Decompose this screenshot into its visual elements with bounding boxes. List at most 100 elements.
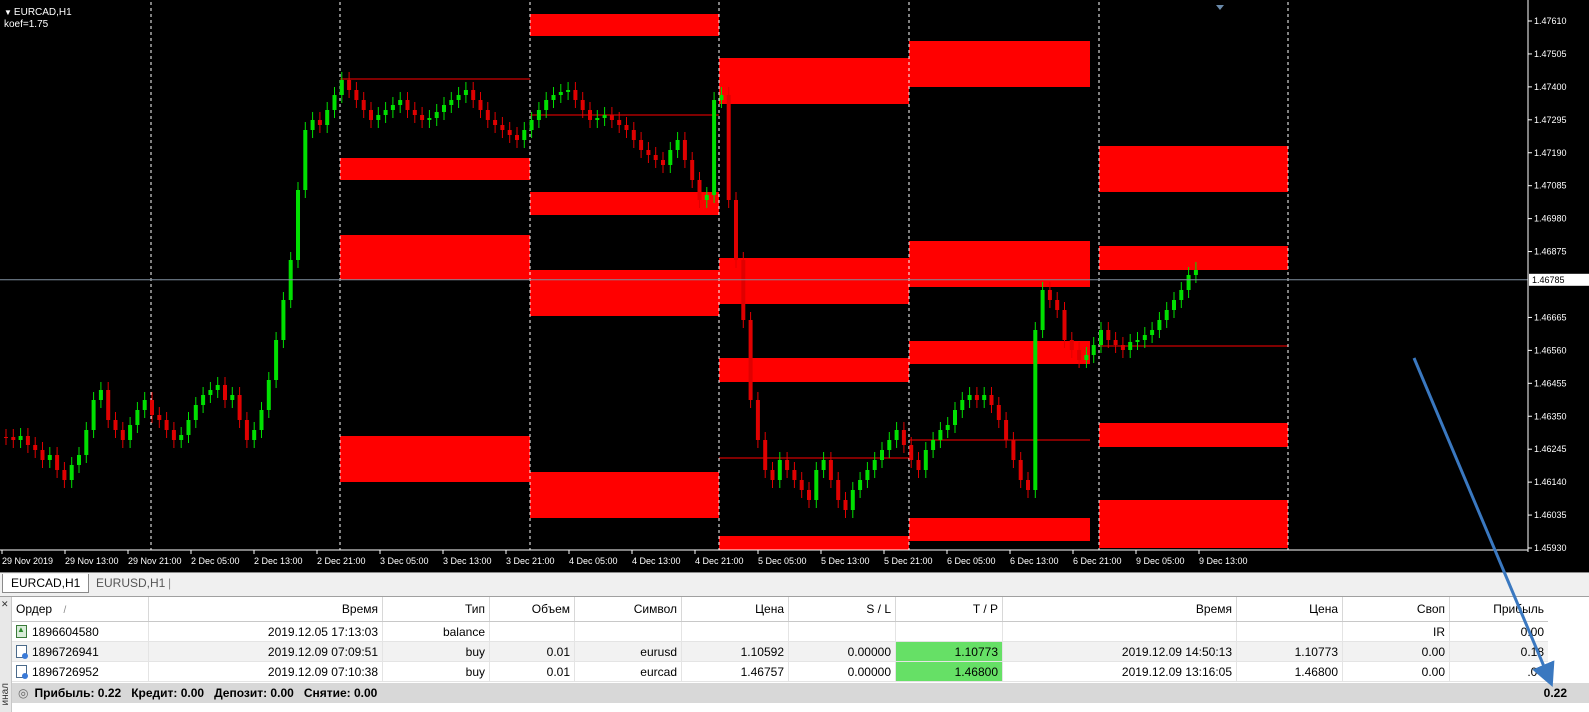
candle-body [1018, 460, 1023, 480]
tp-cell: 1.10773 [895, 641, 1003, 662]
candle-body [106, 390, 111, 420]
candle-body [98, 390, 103, 400]
col-close-time[interactable]: Время [1002, 597, 1237, 622]
candle-body [529, 120, 534, 130]
candle-body [1157, 320, 1162, 330]
col-sl[interactable]: S / L [788, 597, 896, 622]
time-tick-label: 29 Nov 13:00 [65, 556, 119, 566]
candle-body [522, 130, 527, 140]
candle-body [244, 420, 249, 440]
tab-separator: | [168, 576, 172, 590]
open-time-cell: 2019.12.05 17:13:03 [148, 621, 383, 642]
candle-body [449, 100, 454, 105]
tab-eurusd-h1[interactable]: EURUSD,H1 [88, 574, 173, 593]
candle-body [931, 440, 936, 450]
time-tick-label: 4 Dec 21:00 [695, 556, 744, 566]
order-cell: 1896604580 [12, 621, 149, 642]
balance-icon [16, 624, 27, 638]
candle-body [1179, 290, 1184, 300]
col-type[interactable]: Тип [382, 597, 490, 622]
candle-body [390, 105, 395, 110]
candle-body [690, 160, 695, 180]
time-tick-label: 5 Dec 13:00 [821, 556, 870, 566]
price-chart[interactable]: 1.47610 1.47505 1.47400 1.47295 1.47190 1.470… [0, 0, 1589, 572]
col-profit[interactable]: Прибыль [1449, 597, 1548, 622]
candle-body [850, 490, 855, 510]
candle-body [18, 436, 23, 440]
close-time-cell [1002, 621, 1237, 642]
candle-body [887, 440, 892, 450]
col-close-price[interactable]: Цена [1236, 597, 1343, 622]
col-tp[interactable]: T / P [895, 597, 1003, 622]
col-price[interactable]: Цена [681, 597, 789, 622]
sr-zone [909, 41, 1090, 87]
candle-body [894, 430, 899, 440]
candle-body [953, 410, 957, 425]
terminal-side-strip: ✕ инал [0, 597, 12, 712]
price-tick-label: 1.46140 [1534, 477, 1567, 487]
table-row[interactable]: 1896604580 2019.12.05 17:13:03 balance I… [12, 621, 1548, 642]
profit-cell: .04 [1449, 661, 1548, 682]
shift-marker-icon [1216, 5, 1224, 10]
candle-body [777, 460, 782, 480]
price-tick-label: 1.47610 [1534, 16, 1567, 26]
candlestick-chart[interactable]: 1.47610 1.47505 1.47400 1.47295 1.47190 1.470… [0, 0, 1589, 572]
col-open-time[interactable]: Время [148, 597, 383, 622]
col-swap[interactable]: Своп [1342, 597, 1450, 622]
candle-body [259, 410, 264, 430]
close-price-cell: 1.10773 [1236, 641, 1343, 662]
time-tick-label: 29 Nov 21:00 [128, 556, 182, 566]
time-tick-label: 6 Dec 13:00 [1010, 556, 1059, 566]
candle-body [1055, 300, 1060, 310]
price-cell: 1.46757 [681, 661, 789, 682]
candle-body [500, 125, 505, 130]
close-time-cell: 2019.12.09 14:50:13 [1002, 641, 1237, 662]
candle-body [91, 400, 96, 430]
candle-body [296, 190, 300, 260]
candle-body [281, 300, 286, 340]
candle-body [646, 150, 651, 155]
candle-body [4, 437, 8, 438]
candle-body [661, 160, 665, 165]
tab-eurcad-h1[interactable]: EURCAD,H1 [2, 574, 90, 593]
candle-body [573, 90, 578, 100]
price-tick-label: 1.46560 [1534, 345, 1567, 355]
close-time-cell: 2019.12.09 13:16:05 [1002, 661, 1237, 682]
candle-body [865, 470, 870, 480]
time-tick-label: 5 Dec 21:00 [884, 556, 933, 566]
table-row[interactable]: 1896726952 2019.12.09 07:10:38 buy 0.01 … [12, 661, 1548, 682]
price-tick-label: 1.46035 [1534, 510, 1567, 520]
candle-body [478, 100, 483, 110]
sr-zone [719, 358, 909, 382]
col-order[interactable]: Ордер / [12, 597, 149, 622]
chart-symbol-label: ▼ EURCAD,H1 koef=1.75 [4, 7, 72, 31]
col-symbol[interactable]: Символ [574, 597, 682, 622]
swap-cell: IR [1342, 621, 1450, 642]
candle-body [792, 470, 797, 480]
candle-body [471, 90, 476, 100]
candle-body [828, 460, 833, 480]
candle-body [785, 460, 790, 470]
candle-body [807, 490, 811, 500]
close-icon[interactable]: ✕ [1, 599, 9, 610]
candle-body [69, 465, 74, 480]
sr-zone [530, 270, 719, 316]
table-row[interactable]: 1896726941 2019.12.09 07:09:51 buy 0.01 … [12, 641, 1548, 662]
candle-body [33, 445, 38, 450]
candle-body [171, 430, 176, 440]
profit-cell: 0.18 [1449, 641, 1548, 662]
open-time-cell: 2019.12.09 07:09:51 [148, 641, 383, 662]
sr-zone [719, 58, 909, 104]
time-tick-label: 5 Dec 05:00 [758, 556, 807, 566]
time-tick-label: 29 Nov 2019 [2, 556, 53, 566]
candle-body [1040, 290, 1045, 330]
candle-body [858, 480, 863, 490]
profit-cell: 0.00 [1449, 621, 1548, 642]
tp-cell: 1.46800 [895, 661, 1003, 682]
candle-body [164, 420, 169, 430]
candle-body [215, 385, 220, 390]
col-volume[interactable]: Объем [489, 597, 575, 622]
candle-body [544, 100, 549, 110]
candle-body [960, 400, 965, 410]
candle-body [1193, 270, 1198, 275]
